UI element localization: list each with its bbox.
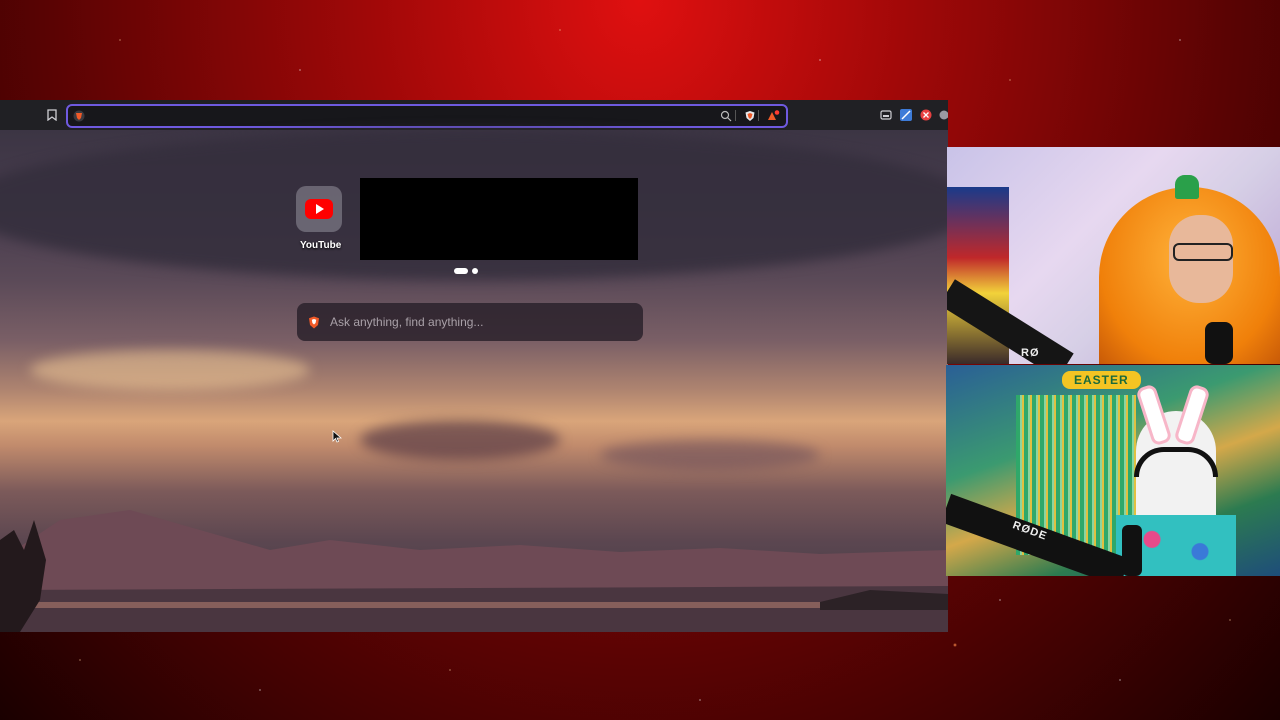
youtube-icon xyxy=(305,199,333,219)
webcam-overlay-bottom: EASTER RØDE xyxy=(946,365,1280,576)
brave-shield-icon[interactable] xyxy=(742,108,758,124)
extension-3-icon[interactable] xyxy=(918,107,934,123)
browser-window: YouTube xyxy=(0,100,948,632)
address-input[interactable] xyxy=(92,106,696,128)
new-tab-page: YouTube xyxy=(0,130,948,632)
redacted-top-sites xyxy=(360,178,638,260)
address-bar[interactable] xyxy=(66,104,788,128)
divider xyxy=(735,110,736,121)
mouse-cursor-icon xyxy=(332,430,343,449)
browser-toolbar xyxy=(0,100,948,131)
brave-rewards-icon[interactable] xyxy=(765,108,781,124)
top-site-label: YouTube xyxy=(300,240,342,251)
glasses xyxy=(1173,243,1233,261)
storm-cloud xyxy=(600,440,820,470)
mountain-silhouette xyxy=(0,510,948,632)
webcam-overlay-top: RØ xyxy=(947,147,1280,364)
extension-2-icon[interactable] xyxy=(898,107,914,123)
search-input[interactable] xyxy=(328,314,632,330)
bookmark-icon[interactable] xyxy=(44,107,60,123)
bright-cloud xyxy=(30,350,310,390)
microphone xyxy=(1205,322,1233,364)
top-site-youtube[interactable] xyxy=(296,186,342,232)
storm-cloud xyxy=(360,420,560,460)
brave-lion-icon xyxy=(71,108,87,124)
extension-4-icon[interactable] xyxy=(936,107,948,123)
search-box[interactable] xyxy=(297,303,643,341)
page-dot-active[interactable] xyxy=(454,268,468,274)
divider xyxy=(758,110,759,121)
carrot-leaves xyxy=(1175,175,1199,199)
pagination-dots xyxy=(454,268,478,274)
microphone xyxy=(1122,525,1142,576)
zoom-icon[interactable] xyxy=(718,108,734,124)
extension-1-icon[interactable] xyxy=(878,107,894,123)
brave-search-icon xyxy=(308,316,320,329)
page-dot[interactable] xyxy=(472,268,478,274)
mic-brand-label: RØ xyxy=(1021,347,1040,359)
easter-banner: EASTER xyxy=(1062,371,1141,389)
